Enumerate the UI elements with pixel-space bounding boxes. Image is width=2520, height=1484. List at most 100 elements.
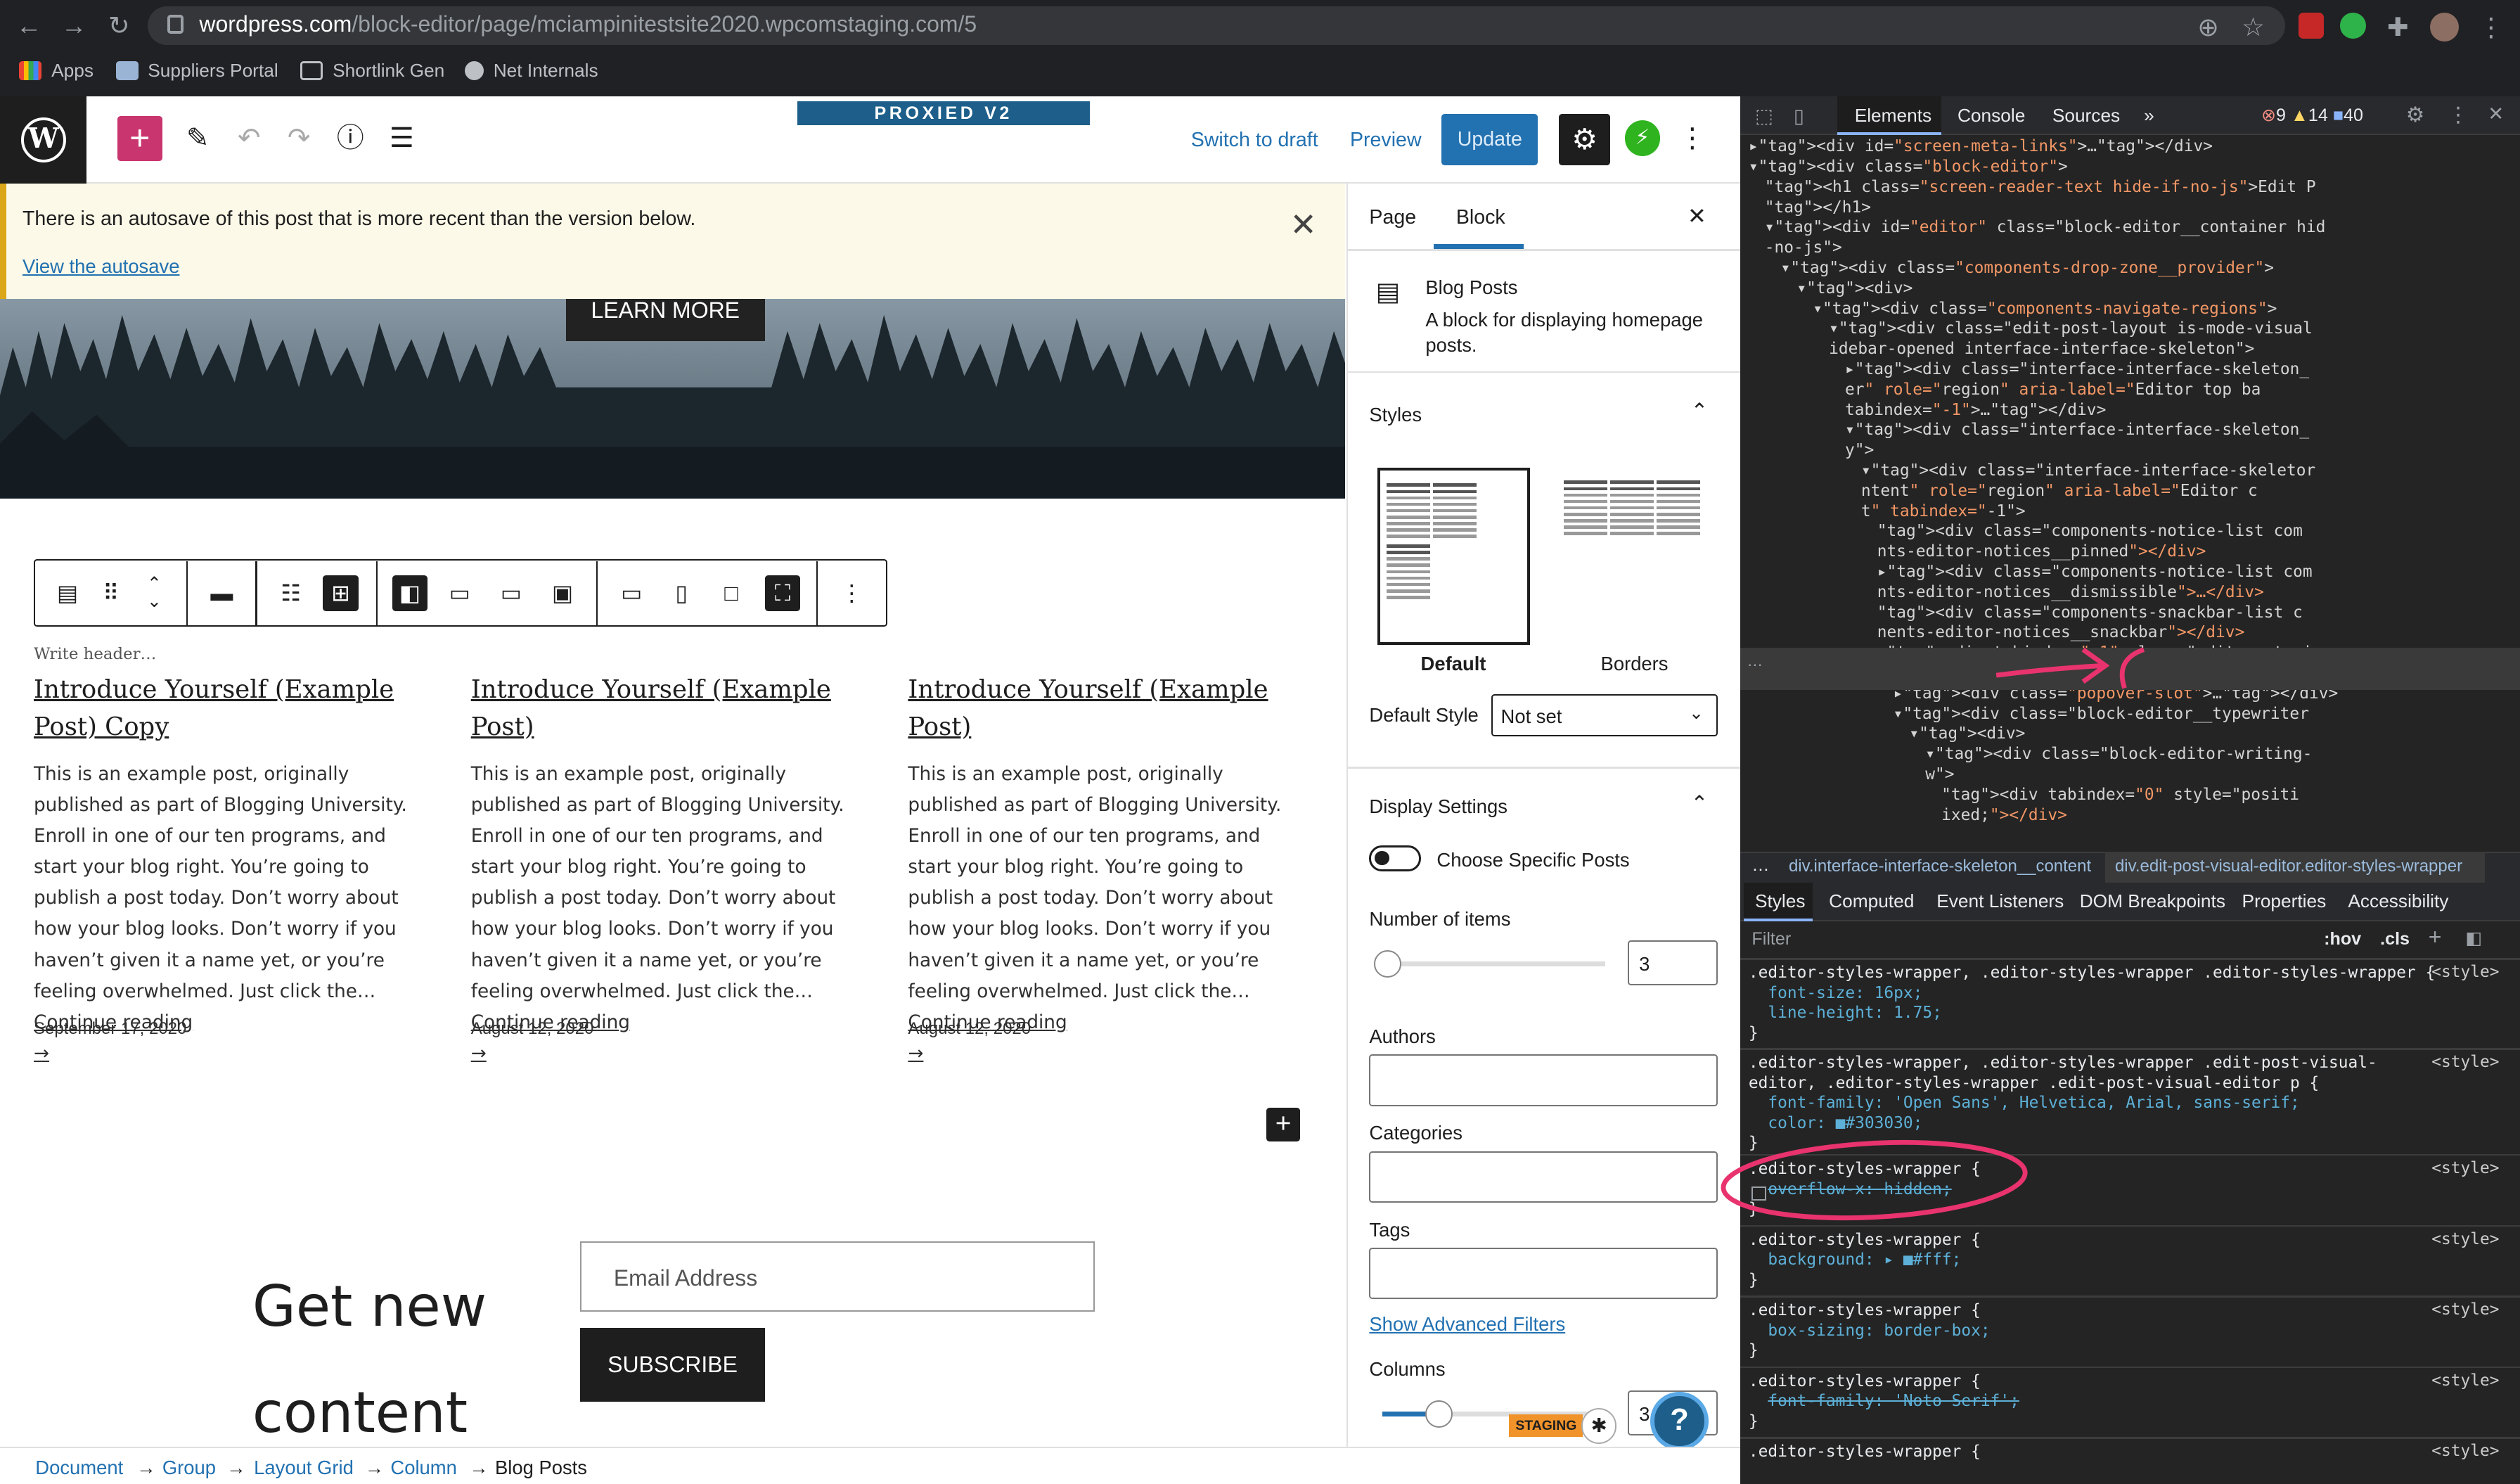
back-icon[interactable]: ← bbox=[13, 10, 45, 42]
rule-source[interactable]: <style> bbox=[2431, 963, 2499, 981]
path-selected[interactable]: div.edit-post-visual-editor.editor-style… bbox=[2115, 857, 2462, 876]
cls-button[interactable]: .cls bbox=[2380, 929, 2410, 949]
dom-node-line[interactable]: ▾"tag"><div class="components-drop-zone_… bbox=[1749, 258, 2517, 279]
bookmark-suppliers[interactable]: Suppliers Portal bbox=[115, 58, 278, 84]
dom-node-line[interactable]: nts-editor-notices__pinned"></div> bbox=[1749, 542, 2517, 562]
dom-node-line[interactable]: ▾"tag"><div class="interface-interface-s… bbox=[1749, 420, 2517, 440]
arrow-link[interactable]: → bbox=[908, 1043, 923, 1064]
image-left-icon[interactable]: ◧ bbox=[392, 575, 428, 611]
bookmark-apps[interactable]: Apps bbox=[19, 58, 94, 84]
dom-node-line[interactable]: t" tabindex="-1"> bbox=[1749, 501, 2517, 522]
dom-node-line[interactable]: ntent" role="region" aria-label="Editor … bbox=[1749, 481, 2517, 501]
bookmark-shortlink[interactable]: Shortlink Gen bbox=[300, 58, 444, 84]
dom-node-line[interactable]: nents-editor-notices__snackbar"></div> bbox=[1749, 622, 2517, 643]
dom-node-line[interactable]: ▾"tag"><div class="components-navigate-r… bbox=[1749, 299, 2517, 319]
puzzle-icon[interactable]: ✚ bbox=[2381, 11, 2414, 44]
blog-posts-block-icon[interactable]: ▤ bbox=[50, 575, 85, 610]
subtab-properties[interactable]: Properties bbox=[2242, 890, 2327, 912]
columns-slider-thumb[interactable] bbox=[1425, 1400, 1453, 1428]
list-view-icon[interactable]: ☰ bbox=[386, 122, 418, 155]
align-icon[interactable]: ▬ bbox=[204, 575, 239, 610]
rule-source[interactable]: <style> bbox=[2431, 1053, 2499, 1071]
subscribe-button[interactable]: SUBSCRIBE bbox=[580, 1327, 765, 1402]
subtab-styles[interactable]: Styles bbox=[1755, 890, 1806, 912]
fullscreen-icon[interactable]: ⛶ bbox=[764, 575, 801, 611]
inspect-icon[interactable]: ⬚ bbox=[1755, 105, 1773, 127]
star-icon[interactable]: ☆ bbox=[2237, 11, 2270, 44]
dom-node-line[interactable]: y"> bbox=[1749, 440, 2517, 461]
tab-block[interactable]: Block bbox=[1456, 206, 1505, 229]
rule-source[interactable]: <style> bbox=[2431, 1230, 2499, 1248]
add-rule-icon[interactable]: + bbox=[2429, 924, 2442, 950]
dom-node-line[interactable]: ▸"tag"><div class="components-notice-lis… bbox=[1749, 562, 2517, 582]
tab-more[interactable]: » bbox=[2144, 105, 2154, 127]
styles-heading[interactable]: Styles bbox=[1369, 404, 1422, 426]
style-default-preview[interactable] bbox=[1377, 468, 1530, 645]
dom-node-line[interactable]: "tag"><h1 class="screen-reader-text hide… bbox=[1749, 177, 2517, 198]
move-up-down-icon[interactable]: ⌃ ⌄ bbox=[136, 575, 172, 610]
default-style-select[interactable]: Not set ⌄ bbox=[1491, 694, 1718, 736]
chevron-up-icon[interactable]: ⌃ bbox=[1691, 791, 1709, 816]
dom-node-line[interactable]: "tag"><div class="components-snackbar-li… bbox=[1749, 603, 2517, 623]
authors-input[interactable] bbox=[1369, 1054, 1718, 1106]
css-rule[interactable]: .editor-styles-wrapper { bbox=[1749, 1442, 1981, 1462]
chevron-up-icon[interactable]: ⌃ bbox=[1691, 399, 1709, 423]
dom-node-line[interactable]: -no-js"> bbox=[1749, 238, 2517, 258]
dom-node-line[interactable]: ▸"tag"><div class="interface-interface-s… bbox=[1749, 359, 2517, 380]
pencil-icon[interactable]: ✎ bbox=[181, 122, 214, 155]
grammarly-icon[interactable] bbox=[2339, 13, 2366, 39]
grid-layout-icon[interactable]: ⊞ bbox=[323, 575, 359, 611]
display-settings-heading[interactable]: Display Settings bbox=[1369, 795, 1508, 818]
css-declaration[interactable]: color: ■#303030; bbox=[1768, 1114, 1922, 1132]
reload-icon[interactable]: ↻ bbox=[103, 10, 135, 42]
dom-node-line[interactable]: "tag"><div tabindex="0" style="positi bbox=[1749, 785, 2517, 805]
list-layout-icon[interactable]: ☷ bbox=[274, 575, 309, 610]
css-rule[interactable]: .editor-styles-wrapper { font-family: 'N… bbox=[1749, 1371, 2019, 1432]
devtools-close-icon[interactable]: ✕ bbox=[2488, 103, 2504, 125]
dom-node-line[interactable]: ▾"tag"><div class="block-editor-writing- bbox=[1749, 744, 2517, 765]
breadcrumb-column[interactable]: Column bbox=[390, 1457, 456, 1479]
css-declaration[interactable]: background: ▸ ■#fff; bbox=[1768, 1250, 1961, 1269]
tab-elements[interactable]: Elements bbox=[1855, 105, 1932, 127]
update-button[interactable]: Update bbox=[1441, 114, 1538, 166]
dom-node-line[interactable]: ▾"tag"><div> bbox=[1749, 724, 2517, 744]
jetpack-icon[interactable]: ⚡ bbox=[1624, 120, 1661, 156]
add-block-inline-button[interactable]: + bbox=[1266, 1107, 1301, 1141]
css-declaration[interactable]: font-size: 16px; bbox=[1768, 984, 1922, 1002]
more-options-icon[interactable]: ⋮ bbox=[1676, 122, 1709, 155]
css-rule[interactable]: .editor-styles-wrapper { background: ▸ ■… bbox=[1749, 1230, 1981, 1291]
learn-more-button[interactable]: LEARN MORE bbox=[565, 299, 765, 341]
dom-node-line[interactable]: er" role="region" aria-label="Editor top… bbox=[1749, 380, 2517, 400]
subtab-accessibility[interactable]: Accessibility bbox=[2348, 890, 2448, 912]
bookmark-net[interactable]: Net Internals bbox=[464, 58, 598, 84]
extension-icon[interactable] bbox=[2298, 13, 2325, 39]
dom-node-line[interactable]: ▸"tag"><div id="screen-meta-links">…"tag… bbox=[1749, 136, 2517, 157]
settings-gear-icon[interactable]: ⚙ bbox=[1559, 114, 1611, 166]
rule-source[interactable]: <style> bbox=[2431, 1300, 2499, 1319]
style-borders-preview[interactable] bbox=[1557, 468, 1710, 645]
undo-icon[interactable]: ↶ bbox=[233, 122, 265, 155]
add-block-button[interactable]: + bbox=[117, 115, 162, 161]
rule-source[interactable]: <style> bbox=[2431, 1371, 2499, 1390]
wordpress-logo[interactable]: W bbox=[0, 96, 87, 184]
dom-node-line[interactable]: nts-editor-notices__dismissible">…</div> bbox=[1749, 582, 2517, 603]
switch-to-draft-button[interactable]: Switch to draft bbox=[1191, 129, 1318, 152]
filter-input[interactable]: Filter bbox=[1751, 929, 1791, 949]
menu-icon[interactable]: ⋮ bbox=[2475, 11, 2507, 44]
subtab-dom-breakpoints[interactable]: DOM Breakpoints bbox=[2080, 890, 2225, 912]
path-content[interactable]: div.interface-interface-skeleton__conten… bbox=[1789, 857, 2091, 876]
rule-source[interactable]: <style> bbox=[2431, 1159, 2499, 1177]
subtab-event-listeners[interactable]: Event Listeners bbox=[1936, 890, 2064, 912]
dom-tree[interactable]: ▸"tag"><div id="screen-meta-links">…"tag… bbox=[1749, 136, 2517, 850]
close-icon[interactable]: ✕ bbox=[1287, 209, 1320, 241]
image-icon[interactable]: ▣ bbox=[545, 575, 580, 610]
rule-source[interactable]: <style> bbox=[2431, 1442, 2499, 1460]
help-icon[interactable]: ? bbox=[1650, 1392, 1709, 1450]
tags-input[interactable] bbox=[1369, 1247, 1718, 1299]
tab-page[interactable]: Page bbox=[1369, 206, 1416, 229]
tab-sources[interactable]: Sources bbox=[2052, 105, 2120, 127]
css-declaration[interactable]: box-sizing: border-box; bbox=[1768, 1322, 1990, 1340]
arrow-link[interactable]: → bbox=[471, 1043, 487, 1064]
arrow-link[interactable]: → bbox=[34, 1043, 49, 1064]
bug-icon[interactable]: ✱ bbox=[1581, 1408, 1617, 1444]
